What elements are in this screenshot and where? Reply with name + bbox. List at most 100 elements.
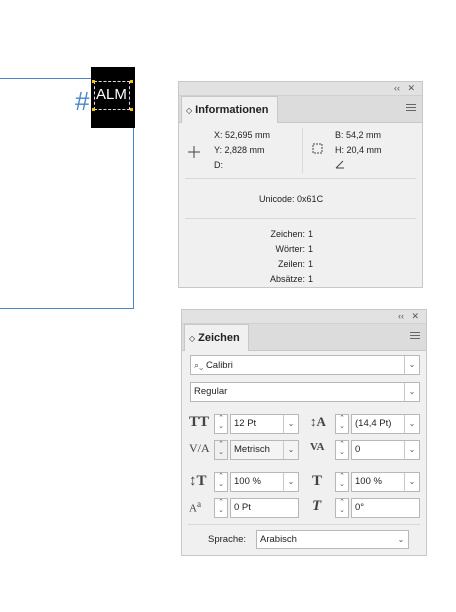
leading-value: (14,4 Pt) [355, 418, 392, 429]
divider [185, 218, 416, 219]
panel-header: ‹‹ ✕ [182, 310, 426, 324]
collapse-icon[interactable]: ‹‹ [394, 82, 400, 95]
x-value: 52,695 mm [225, 130, 271, 140]
kerning-field[interactable]: Metrisch ⌄ [230, 440, 299, 460]
stat-value: 1 [308, 274, 314, 284]
bounding-box-icon [312, 143, 323, 154]
y-label: Y: [214, 145, 223, 155]
leading-field[interactable]: (14,4 Pt) ⌄ [351, 414, 420, 434]
baseline-shift-field[interactable]: 0 Pt [230, 498, 299, 518]
panel-menu-icon[interactable] [406, 104, 416, 113]
tab-bar: ◇ Zeichen [182, 324, 426, 351]
font-size-icon: TT [189, 414, 210, 430]
stat-label: Zeilen: [277, 259, 305, 269]
font-family-select[interactable]: ⌕⌄ Calibri ⌄ [190, 355, 420, 375]
x-label: X: [214, 130, 223, 140]
unicode-value: 0x61C [297, 194, 324, 204]
chevron-down-icon[interactable]: ⌄ [283, 473, 298, 491]
hash-character: # [75, 86, 90, 116]
panel-header: ‹‹ ✕ [179, 82, 422, 96]
divider [302, 128, 303, 173]
language-select[interactable]: Arabisch ⌄ [256, 530, 409, 549]
language-value: Arabisch [260, 534, 297, 545]
vertical-scale-icon: ↕T [189, 473, 207, 489]
tracking-field[interactable]: 0 ⌄ [351, 440, 420, 460]
crosshair-icon [188, 146, 200, 158]
tab-zeichen[interactable]: ◇ Zeichen [184, 324, 249, 351]
chevron-down-icon[interactable]: ⌄ [404, 473, 419, 491]
baseline-shift-stepper[interactable]: ⌃ ⌄ [214, 498, 228, 518]
skew-field[interactable]: 0° [351, 498, 420, 518]
panel-menu-icon[interactable] [410, 332, 420, 341]
horizontal-scale-field[interactable]: 100 % ⌄ [351, 472, 420, 492]
vertical-scale-field[interactable]: 100 % ⌄ [230, 472, 299, 492]
vertical-scale-value: 100 % [234, 476, 261, 487]
selection-handle[interactable] [92, 108, 95, 111]
horizontal-scale-stepper[interactable]: ⌃ ⌄ [335, 472, 349, 492]
tab-label: Zeichen [198, 332, 240, 344]
stat-label: Wörter: [275, 244, 305, 254]
w-value: 54,2 mm [346, 130, 382, 140]
divider [188, 524, 420, 525]
tab-informationen[interactable]: ◇ Informationen [181, 96, 278, 123]
stat-value: 1 [308, 259, 314, 269]
tab-label: Informationen [195, 104, 269, 116]
y-value: 2,828 mm [224, 145, 265, 155]
font-style-select[interactable]: Regular ⌄ [190, 382, 420, 402]
kerning-value: Metrisch [234, 444, 270, 455]
horizontal-scale-value: 100 % [355, 476, 382, 487]
angle-icon [335, 160, 344, 169]
selection-handle[interactable] [130, 80, 133, 83]
selection-handle[interactable] [130, 108, 133, 111]
stats-labels: Zeichen: Wörter: Zeilen: Absätze: [179, 227, 305, 287]
chevron-down-icon[interactable]: ⌄ [394, 531, 408, 548]
baseline-shift-icon: Aa [189, 499, 202, 515]
chevron-down-icon[interactable]: ⌄ [404, 441, 419, 459]
character-panel: ‹‹ ✕ ◇ Zeichen ⌕⌄ Calibri ⌄ Regular ⌄ TT … [181, 309, 427, 556]
info-panel: ‹‹ ✕ ◇ Informationen X: 52,695 mm Y: 2,82… [178, 81, 423, 288]
kerning-stepper[interactable]: ⌃ ⌄ [214, 440, 228, 460]
chevron-updown-icon: ◇ [189, 334, 196, 343]
close-icon[interactable]: ✕ [411, 310, 419, 323]
tracking-value: 0 [355, 444, 361, 455]
skew-icon: T [312, 498, 322, 514]
font-size-value: 12 Pt [234, 418, 257, 429]
stat-value: 1 [308, 229, 314, 239]
skew-stepper[interactable]: ⌃ ⌄ [335, 498, 349, 518]
language-label: Sprache: [208, 534, 247, 545]
font-family-value: Calibri [205, 360, 233, 371]
collapse-icon[interactable]: ‹‹ [398, 310, 404, 323]
leading-stepper[interactable]: ⌃ ⌄ [335, 414, 349, 434]
chevron-down-icon[interactable]: ⌄ [404, 415, 419, 433]
leading-icon: ↕A [310, 414, 326, 429]
chevron-down-icon[interactable]: ⌄ [283, 415, 298, 433]
tracking-icon: VA [310, 441, 325, 453]
kerning-icon: V/A [189, 441, 210, 455]
chevron-down-icon[interactable]: ⌄ [404, 383, 419, 401]
chevron-down-icon[interactable]: ⌄ [283, 441, 298, 459]
stat-value: 1 [308, 244, 314, 254]
h-value: 20,4 mm [346, 145, 382, 155]
font-size-stepper[interactable]: ⌃ ⌄ [214, 414, 228, 434]
font-size-field[interactable]: 12 Pt ⌄ [230, 414, 299, 434]
w-label: B: [335, 130, 344, 140]
stat-label: Zeichen: [270, 229, 305, 239]
selected-text[interactable]: ALM [96, 86, 127, 103]
baseline-shift-value: 0 Pt [234, 502, 251, 513]
skew-value: 0° [355, 502, 365, 513]
selection-handle[interactable] [92, 80, 95, 83]
tab-bar: ◇ Informationen [179, 96, 422, 123]
stats-values: 1 1 1 1 [308, 227, 313, 287]
tracking-stepper[interactable]: ⌃ ⌄ [335, 440, 349, 460]
h-label: H: [335, 145, 344, 155]
vertical-scale-stepper[interactable]: ⌃ ⌄ [214, 472, 228, 492]
unicode-label: Unicode: [259, 194, 295, 204]
d-label: D: [214, 160, 223, 170]
chevron-updown-icon: ◇ [186, 106, 193, 115]
stat-label: Absätze: [269, 274, 305, 284]
search-icon: ⌕⌄ [194, 360, 204, 370]
horizontal-scale-icon: T [312, 473, 323, 489]
font-style-value: Regular [194, 386, 228, 397]
chevron-down-icon[interactable]: ⌄ [404, 356, 419, 374]
close-icon[interactable]: ✕ [407, 82, 415, 95]
